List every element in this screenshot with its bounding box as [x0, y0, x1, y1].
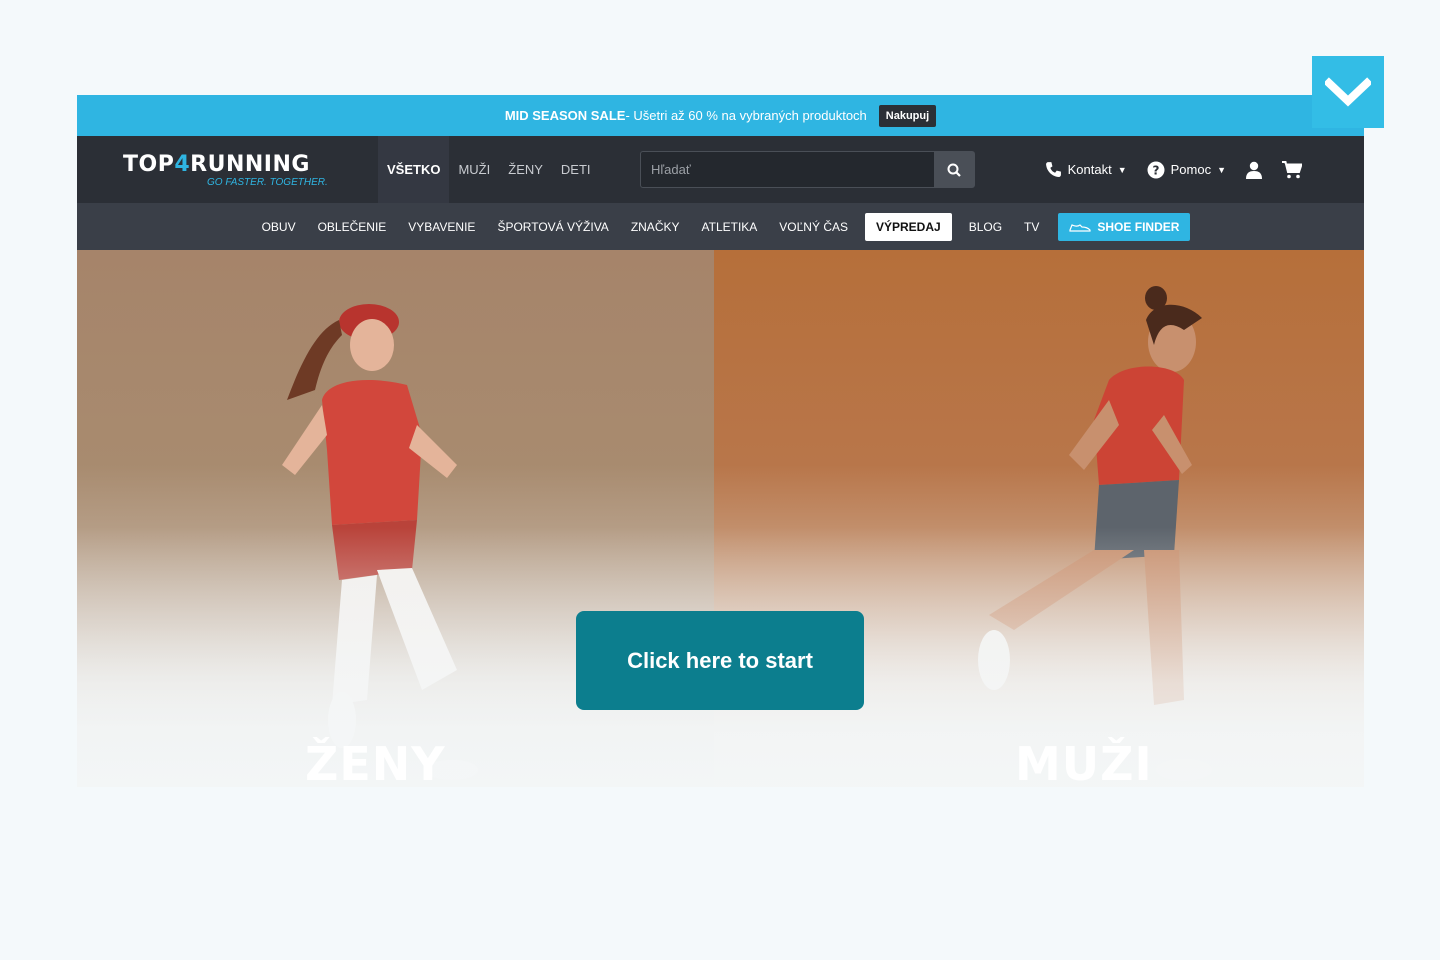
shoe-finder-label: SHOE FINDER: [1097, 219, 1180, 234]
nav-sale[interactable]: VÝPREDAJ: [865, 212, 952, 241]
gender-tab-all[interactable]: VŠETKO: [378, 136, 450, 203]
account-button[interactable]: [1246, 161, 1262, 179]
chevron-down-icon: ▼: [1117, 164, 1127, 175]
logo-text-top: TOP: [123, 152, 175, 177]
gender-nav: VŠETKO MUŽI ŽENY DETI: [378, 136, 600, 203]
nav-equipment[interactable]: VYBAVENIE: [397, 220, 486, 234]
cart-button[interactable]: [1282, 160, 1302, 179]
nav-tv[interactable]: TV: [1013, 220, 1050, 234]
site-logo[interactable]: TOP4RUNNING GO FASTER. TOGETHER.: [123, 152, 328, 188]
promo-title: MID SEASON SALE: [504, 108, 626, 123]
nav-nutrition[interactable]: ŠPORTOVÁ VÝŽIVA: [486, 220, 619, 234]
chevron-down-icon: ▼: [1217, 164, 1226, 175]
svg-text:?: ?: [1152, 163, 1159, 177]
search-icon: [947, 163, 961, 177]
phone-icon: [1045, 162, 1061, 177]
contact-menu[interactable]: Kontakt ▼: [1045, 161, 1127, 178]
nav-blog[interactable]: BLOG: [958, 220, 1013, 234]
user-icon: [1246, 161, 1262, 179]
gender-tab-kids[interactable]: DETI: [552, 136, 600, 203]
hero-men-label: MUŽI: [1015, 737, 1153, 787]
nav-brands[interactable]: ZNAČKY: [620, 220, 691, 234]
promo-text: - Ušetri až 60 % na vybraných produktoch: [625, 108, 867, 123]
search-button[interactable]: [934, 152, 974, 187]
nav-clothing[interactable]: OBLEČENIE: [307, 220, 398, 234]
logo-text-rest: RUNNING: [190, 152, 310, 177]
help-menu[interactable]: ? Pomoc ▼: [1147, 161, 1226, 179]
hero-women-label: ŽENY: [305, 737, 446, 787]
header-actions: Kontakt ▼ ? Pomoc ▼: [1045, 136, 1302, 203]
chevron-down-icon: [1325, 77, 1371, 107]
logo-tagline: GO FASTER. TOGETHER.: [207, 177, 328, 188]
category-nav: OBUV OBLEČENIE VYBAVENIE ŠPORTOVÁ VÝŽIVA…: [77, 203, 1364, 250]
start-button[interactable]: Click here to start: [576, 611, 864, 710]
search-input[interactable]: [641, 152, 934, 187]
nav-shoe-finder[interactable]: SHOE FINDER: [1058, 212, 1191, 241]
promo-bar: MID SEASON SALE - Ušetri až 60 % na vybr…: [77, 95, 1364, 136]
search-box: [640, 151, 975, 188]
help-circle-icon: ?: [1147, 161, 1165, 178]
shoe-icon: [1069, 223, 1091, 232]
contact-label: Kontakt: [1067, 162, 1112, 177]
nav-shoes[interactable]: OBUV: [251, 220, 307, 234]
help-label: Pomoc: [1170, 162, 1212, 177]
site-header: TOP4RUNNING GO FASTER. TOGETHER. VŠETKO …: [77, 136, 1364, 203]
cart-icon: [1282, 160, 1302, 178]
gender-tab-women[interactable]: ŽENY: [499, 136, 552, 203]
gender-tab-men[interactable]: MUŽI: [449, 136, 499, 203]
nav-athletics[interactable]: ATLETIKA: [691, 220, 769, 234]
collapse-button[interactable]: [1312, 56, 1384, 128]
promo-shop-button[interactable]: Nakupuj: [878, 104, 937, 127]
logo-text-four: 4: [174, 152, 191, 177]
nav-leisure[interactable]: VOĽNÝ ČAS: [768, 220, 859, 234]
